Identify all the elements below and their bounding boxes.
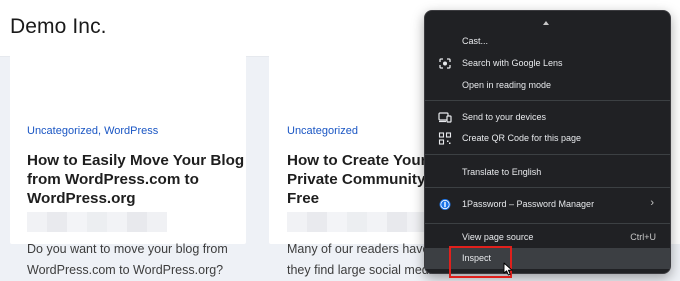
menu-item-view-source[interactable]: View page source Ctrl+U xyxy=(425,227,670,248)
menu-item-cast[interactable]: Cast... xyxy=(425,31,670,52)
google-lens-icon xyxy=(438,57,452,70)
post-title-line[interactable]: How to Create Your O xyxy=(287,151,443,170)
menu-item-send-to-devices[interactable]: Send to your devices xyxy=(425,107,670,128)
menu-item-label: 1Password – Password Manager xyxy=(462,199,595,209)
post-excerpt-line: Do you want to move your blog from xyxy=(27,242,228,256)
menu-item-label: Search with Google Lens xyxy=(462,58,563,68)
post-title-line[interactable]: Private Community w xyxy=(287,170,441,189)
category-link[interactable]: WordPress xyxy=(104,125,158,137)
menu-item-google-lens[interactable]: Search with Google Lens xyxy=(425,53,670,74)
menu-item-label: Cast... xyxy=(462,36,489,46)
menu-item-label: Open in reading mode xyxy=(462,80,552,90)
category-link[interactable]: Uncategorized xyxy=(287,125,358,137)
devices-icon xyxy=(438,111,452,124)
post-excerpt-line: they find large social media xyxy=(287,263,439,277)
redacted-meta xyxy=(27,212,167,232)
redacted-meta xyxy=(287,212,424,232)
1password-icon xyxy=(438,198,452,211)
menu-separator xyxy=(425,100,670,101)
menu-item-reading-mode[interactable]: Open in reading mode xyxy=(425,75,670,96)
post-excerpt-line: Many of our readers have t xyxy=(287,242,437,256)
post-title-line[interactable]: How to Easily Move Your Blog xyxy=(27,151,244,170)
post-categories: Uncategorized, WordPress xyxy=(27,125,158,137)
menu-item-1password[interactable]: 1Password – Password Manager › xyxy=(425,194,670,215)
menu-item-create-qr-code[interactable]: Create QR Code for this page xyxy=(425,128,670,149)
menu-item-shortcut: Ctrl+U xyxy=(630,232,656,242)
chevron-right-icon: › xyxy=(650,197,654,209)
post-title-line[interactable]: WordPress.org xyxy=(27,189,136,208)
post-categories: Uncategorized xyxy=(287,125,358,137)
post-excerpt-line: WordPress.com to WordPress.org? xyxy=(27,263,224,277)
menu-item-label: Translate to English xyxy=(462,167,542,177)
menu-separator xyxy=(425,154,670,155)
post-title-line[interactable]: Free xyxy=(287,189,319,208)
menu-item-label: Send to your devices xyxy=(462,112,547,122)
menu-separator xyxy=(425,223,670,224)
context-menu: Cast... Search with Google Lens Open in … xyxy=(424,10,671,274)
menu-item-label: View page source xyxy=(462,232,534,242)
site-title[interactable]: Demo Inc. xyxy=(10,15,107,39)
menu-item-label: Create QR Code for this page xyxy=(462,133,582,143)
menu-item-translate[interactable]: Translate to English xyxy=(425,162,670,183)
mouse-pointer-icon xyxy=(503,262,513,276)
qr-code-icon xyxy=(438,132,452,145)
scroll-up-arrow-icon[interactable] xyxy=(543,21,549,25)
category-link[interactable]: Uncategorized xyxy=(27,125,98,137)
menu-separator xyxy=(425,187,670,188)
post-title-line[interactable]: from WordPress.com to xyxy=(27,170,199,189)
